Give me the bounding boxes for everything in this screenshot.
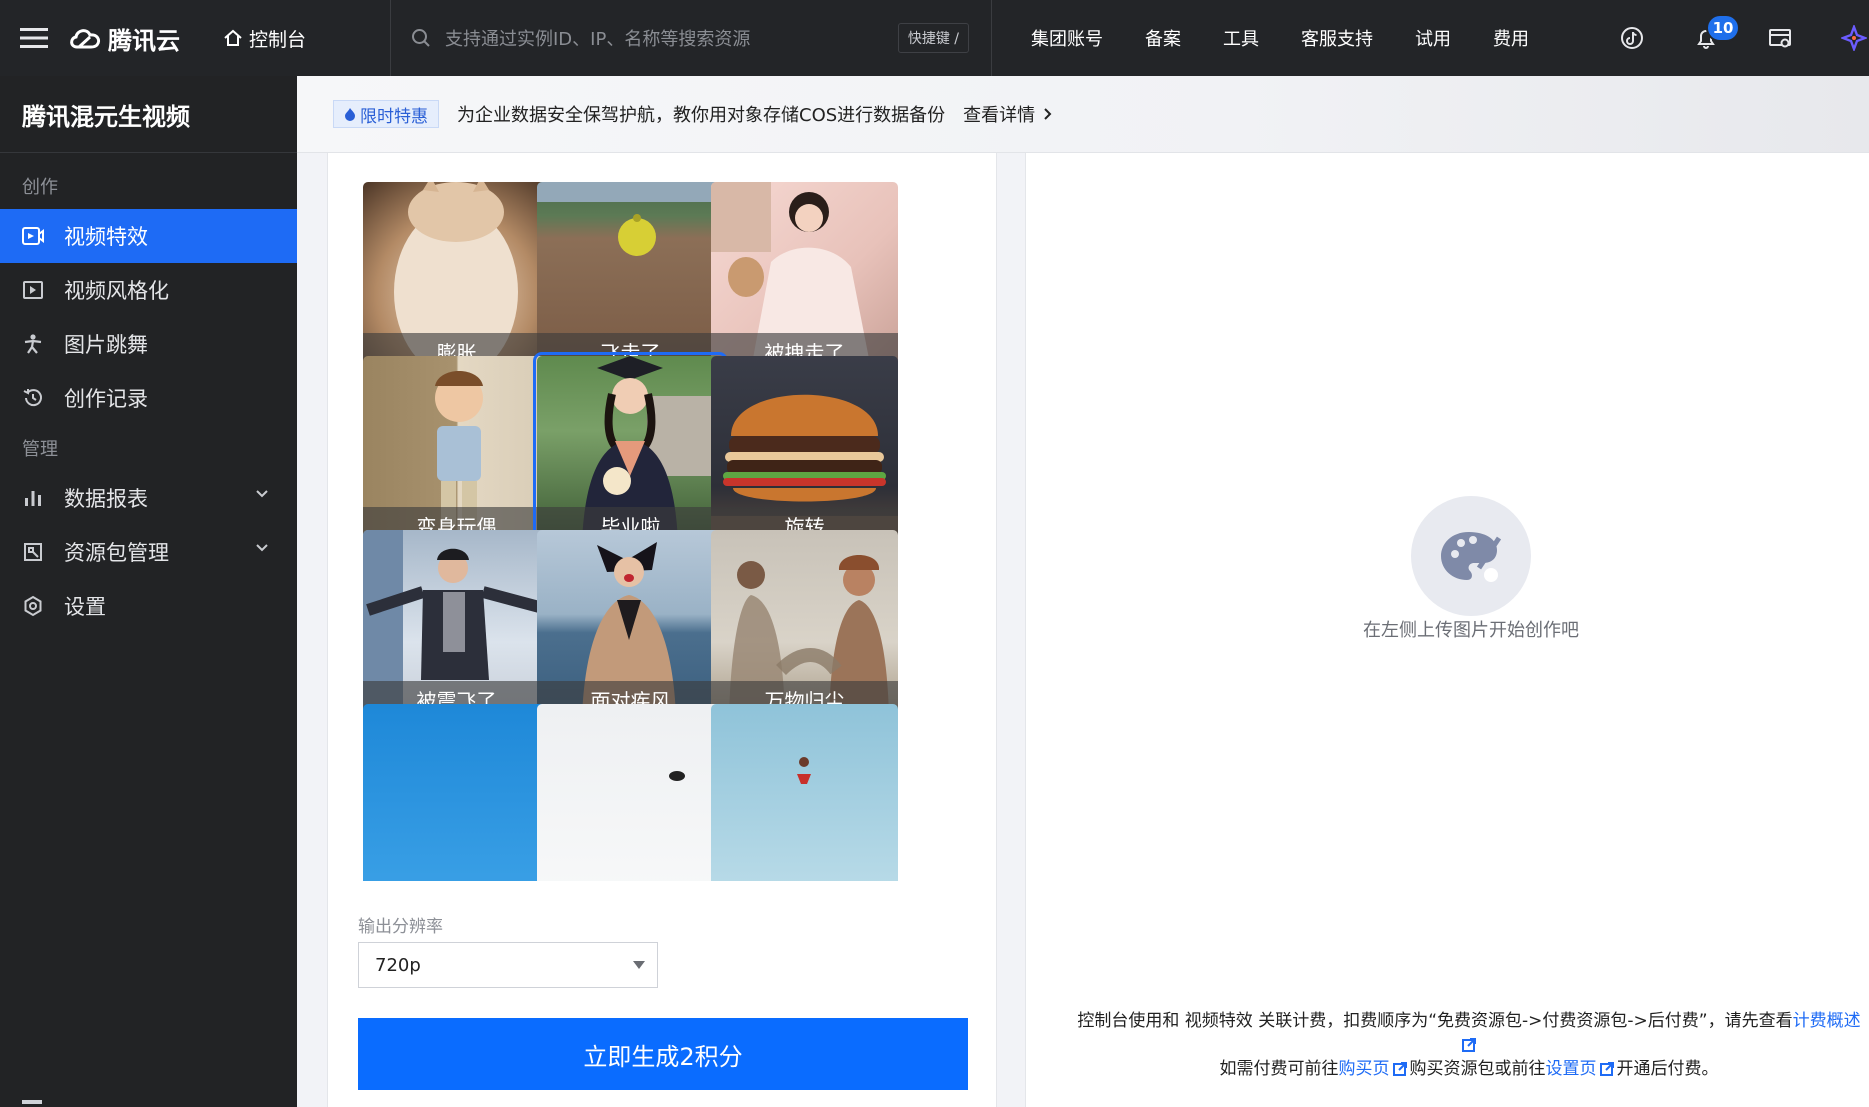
notification-badge: 10 [1706, 14, 1740, 42]
sidebar-item-label: 图片跳舞 [64, 333, 148, 357]
sidebar-item-label: 视频特效 [64, 225, 148, 249]
billing-text: 开通后付费。 [1616, 1059, 1719, 1079]
menu-icon[interactable] [0, 0, 68, 76]
external-link-icon [1462, 1038, 1476, 1052]
resolution-label: 输出分辨率 [358, 917, 443, 937]
effect-card-snow[interactable] [537, 704, 724, 881]
brand-logo[interactable]: 腾讯云 [68, 0, 223, 76]
settings-icon [22, 595, 44, 617]
sidebar-item-label: 资源包管理 [64, 541, 169, 565]
effect-card-dust[interactable]: 万物归尘 [711, 530, 898, 717]
effect-template-grid: 膨胀 飞走了 被拽走了 变身玩偶 毕业啦 旋转 被震飞了 面对疾风 万物归尘 [360, 179, 980, 881]
sidebar-item-image-dance[interactable]: 图片跳舞 [0, 317, 297, 371]
brand-name: 腾讯云 [108, 26, 180, 55]
sidebar-item-label: 视频风格化 [64, 279, 169, 303]
nav-support[interactable]: 客服支持 [1301, 25, 1373, 51]
sidebar-group-create: 创作 [22, 177, 58, 198]
promo-detail-link[interactable]: 查看详情 [963, 101, 1052, 127]
effect-card-blown-away[interactable]: 被震飞了 [363, 530, 550, 717]
effect-card-inflate[interactable]: 膨胀 [363, 182, 550, 369]
promo-message: 为企业数据安全保驾护航，教你用对象存储COS进行数据备份 [457, 105, 946, 126]
app-launcher-icon[interactable] [1817, 0, 1869, 76]
chart-icon [22, 487, 44, 509]
external-link-icon [1392, 1062, 1407, 1076]
preview-panel: 在左侧上传图片开始创作吧 控制台使用和 视频特效 关联计费，扣费顺序为“免费资源… [1025, 153, 1869, 1107]
nav-tools[interactable]: 工具 [1223, 25, 1259, 51]
history-icon [22, 387, 44, 409]
promo-tag: 限时特惠 [333, 100, 439, 128]
chevron-down-icon [256, 544, 268, 552]
search-input[interactable]: 支持通过实例ID、IP、名称等搜索资源 [445, 25, 898, 51]
tiktok-icon[interactable] [1595, 0, 1669, 76]
billing-text: 购买资源包或前往 [1409, 1059, 1546, 1079]
sidebar-item-package-manage[interactable]: 资源包管理 [0, 525, 297, 579]
effect-card-become-doll[interactable]: 变身玩偶 [363, 356, 550, 543]
console-label: 控制台 [249, 28, 307, 51]
promo-banner: 限时特惠 为企业数据安全保驾护航，教你用对象存储COS进行数据备份 查看详情 [297, 76, 1869, 153]
billing-overview-link[interactable]: 计费概述 [1793, 1011, 1861, 1031]
sidebar-item-label: 数据报表 [64, 487, 148, 511]
resolution-value: 720p [375, 954, 421, 976]
sidebar-item-data-report[interactable]: 数据报表 [0, 471, 297, 525]
dance-icon [22, 333, 44, 355]
sidebar-item-label: 设置 [64, 595, 106, 619]
promo-tag-label: 限时特惠 [360, 106, 428, 127]
nav-group-account[interactable]: 集团账号 [1031, 25, 1103, 51]
sidebar-item-video-stylize[interactable]: 视频风格化 [0, 263, 297, 317]
top-nav-links: 集团账号 备案 工具 客服支持 试用 费用 [1010, 0, 1550, 76]
effect-card-rotate[interactable]: 旋转 [711, 356, 898, 543]
resolution-select[interactable]: 720p [358, 942, 658, 988]
sidebar-item-creation-history[interactable]: 创作记录 [0, 371, 297, 425]
effect-config-panel: 膨胀 飞走了 被拽走了 变身玩偶 毕业啦 旋转 被震飞了 面对疾风 万物归尘 输… [327, 153, 997, 1107]
chevron-down-icon [256, 490, 268, 498]
effect-card-beach[interactable] [711, 704, 898, 881]
settings-page-link[interactable]: 设置页 [1546, 1059, 1597, 1079]
effect-card-face-the-wind[interactable]: 面对疾风 [537, 530, 724, 717]
empty-state-text: 在左侧上传图片开始创作吧 [1363, 620, 1579, 641]
billing-text: 如需付费可前往 [1219, 1059, 1339, 1079]
sidebar-item-label: 创作记录 [64, 387, 148, 411]
external-link-icon [1599, 1062, 1614, 1076]
chevron-right-icon [1044, 108, 1052, 120]
sidebar-item-settings[interactable]: 设置 [0, 579, 297, 633]
palette-icon [1411, 496, 1531, 616]
effect-card-dragged-away[interactable]: 被拽走了 [711, 182, 898, 369]
billing-icon[interactable] [1743, 0, 1817, 76]
beach-thumbnail [797, 757, 811, 784]
effect-card-sky[interactable] [363, 704, 550, 881]
notification-button[interactable]: 10 [1669, 0, 1743, 76]
effect-card-graduation[interactable]: 毕业啦 [533, 352, 728, 547]
nav-billing[interactable]: 费用 [1493, 25, 1529, 51]
cloud-logo-icon [70, 29, 101, 49]
sidebar-item-video-effects[interactable]: 视频特效 [0, 209, 297, 263]
package-icon [22, 541, 44, 563]
caret-down-icon [633, 961, 645, 969]
promo-detail-label: 查看详情 [963, 105, 1036, 126]
top-navigation-bar: 腾讯云 控制台 支持通过实例ID、IP、名称等搜索资源 快捷键 / 集团账号 备… [0, 0, 1869, 76]
sidebar-group-manage: 管理 [22, 439, 58, 460]
sidebar-collapse-handle[interactable] [22, 1100, 42, 1104]
video-effect-icon [22, 225, 44, 247]
buy-page-link[interactable]: 购买页 [1339, 1059, 1390, 1079]
billing-text: 控制台使用和 视频特效 关联计费，扣费顺序为“免费资源包->付费资源包->后付费… [1077, 1011, 1793, 1031]
flame-icon [345, 108, 355, 121]
search-icon [412, 29, 430, 47]
top-icon-group: 10 [1595, 0, 1869, 76]
product-title: 腾讯混元生视频 [0, 76, 297, 153]
snow-thumbnail [669, 771, 685, 781]
nav-filing[interactable]: 备案 [1145, 25, 1181, 51]
nav-trial[interactable]: 试用 [1415, 25, 1451, 51]
generate-button[interactable]: 立即生成2积分 [358, 1018, 968, 1090]
console-link[interactable]: 控制台 [223, 0, 391, 76]
effect-card-fly-away[interactable]: 飞走了 [537, 182, 724, 369]
shortcut-hint: 快捷键 / [897, 23, 969, 53]
global-search[interactable]: 支持通过实例ID、IP、名称等搜索资源 快捷键 / [390, 0, 992, 76]
sidebar: 腾讯混元生视频 创作 视频特效 视频风格化 图片跳舞 创作记录 管理 数据报表 … [0, 76, 297, 1107]
video-style-icon [22, 279, 44, 301]
billing-notice: 控制台使用和 视频特效 关联计费，扣费顺序为“免费资源包->付费资源包->后付费… [1064, 1009, 1869, 1081]
home-icon [224, 29, 242, 46]
